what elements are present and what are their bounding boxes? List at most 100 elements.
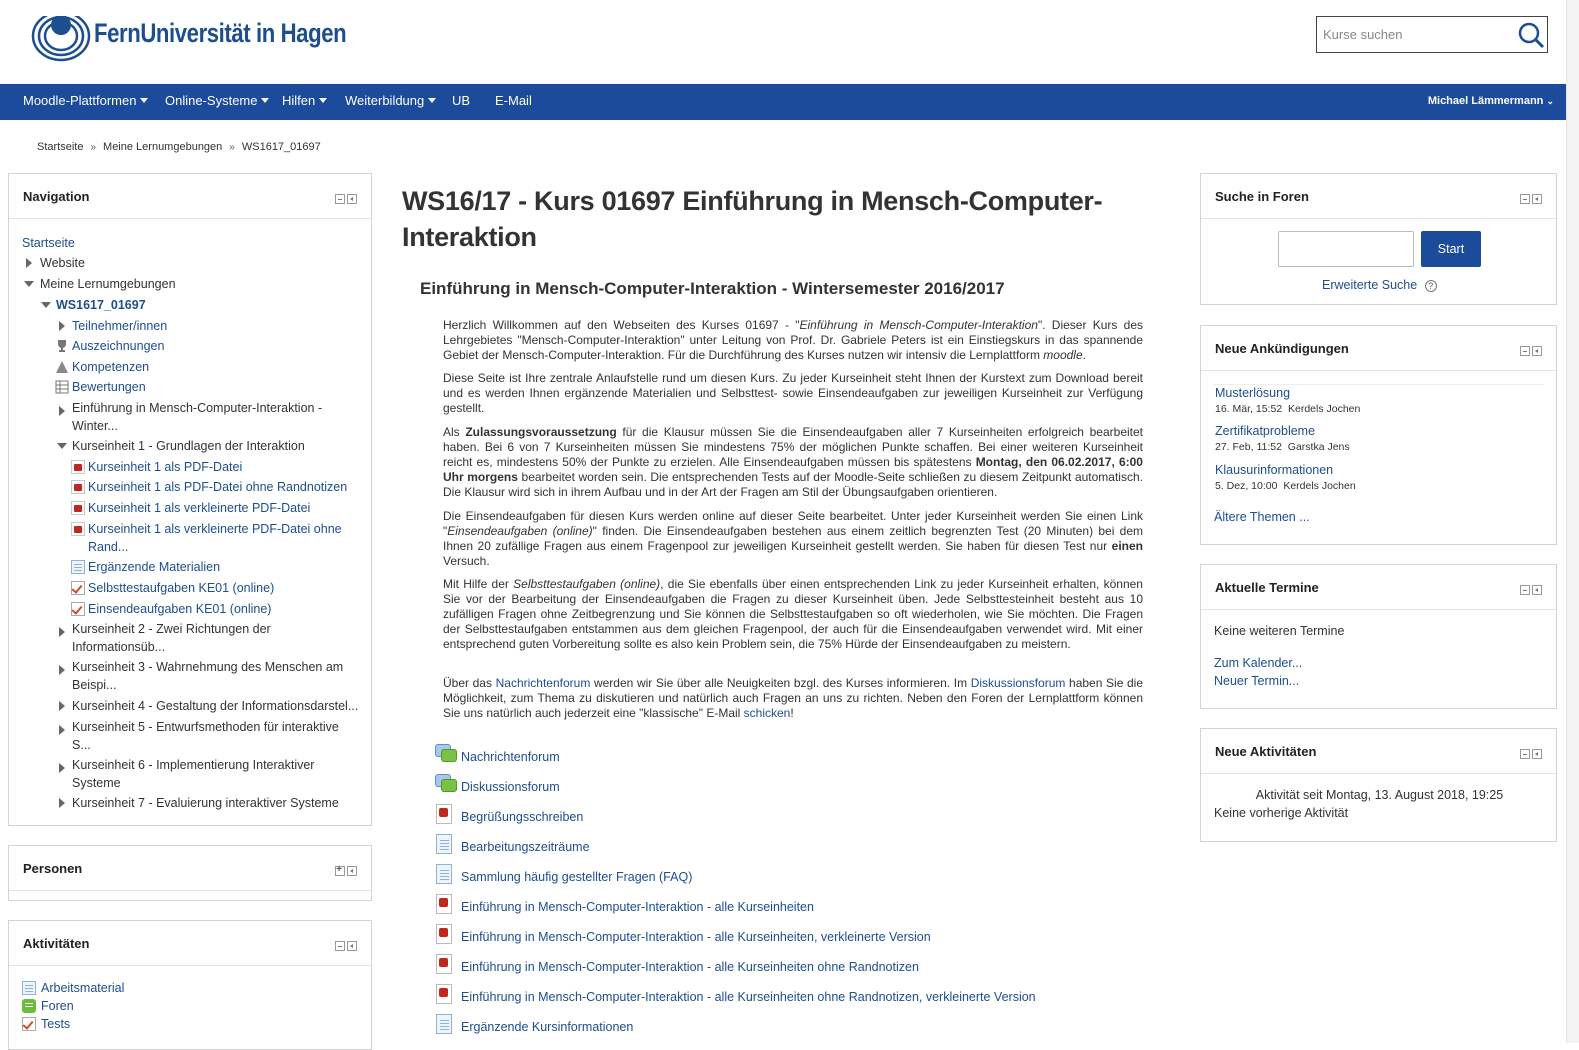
document-icon xyxy=(71,560,85,574)
chevron-down-icon xyxy=(428,98,437,104)
email-link[interactable]: schicken xyxy=(744,706,791,720)
page-scrollbar[interactable] xyxy=(1566,0,1579,1043)
nav-label: Online-Systeme xyxy=(165,93,258,108)
news-date: 5. Dez, 10:00 xyxy=(1215,480,1278,492)
news-item-meta: 5. Dez, 10:00 Kerdels Jochen xyxy=(1215,480,1356,492)
dock-icon[interactable] xyxy=(1532,749,1542,759)
block-controls xyxy=(1518,747,1544,759)
resource-label: Bearbeitungszeiträume xyxy=(461,840,590,854)
nav-label: Teilnehmer/innen xyxy=(72,319,168,333)
collapse-icon[interactable] xyxy=(335,194,345,204)
breadcrumb-separator-icon: » xyxy=(90,142,97,153)
advanced-search: Erweiterte Suche ? xyxy=(1322,278,1437,292)
trophy-icon xyxy=(55,339,69,353)
no-events-text: Keine weiteren Termine xyxy=(1214,624,1345,638)
text: . xyxy=(1082,348,1086,362)
news-item-meta: 16. Mär, 15:52 Kerdels Jochen xyxy=(1215,403,1360,415)
dock-icon[interactable] xyxy=(347,866,357,876)
block-controls xyxy=(1518,192,1544,204)
resource-label: Sammlung häufig gestellter Fragen (FAQ) xyxy=(461,870,693,884)
nav-label: Kurseinheit 1 als verkleinerte PDF-Datei xyxy=(88,501,311,515)
persons-block: Personen xyxy=(8,845,372,901)
collapse-tree-icon xyxy=(24,281,34,287)
new-event-link[interactable]: Neuer Termin... xyxy=(1214,674,1299,688)
resource-label: Begrüßungsschreiben xyxy=(461,810,584,824)
chevron-down-icon xyxy=(140,98,149,104)
nav-label: Kurseinheit 7 - Evaluierung interaktiver… xyxy=(72,796,339,810)
university-logo[interactable]: FernUniversität in Hagen xyxy=(30,6,347,62)
nav-label: Winter... xyxy=(72,419,118,433)
user-menu[interactable]: Michael Lämmermann ⌄ xyxy=(1428,95,1554,107)
news-item-title[interactable]: Zertifikatprobleme xyxy=(1215,424,1350,438)
navigation-block: Navigation Startseite Website Meine Lern… xyxy=(8,173,372,826)
nav-online-systems[interactable]: Online-Systeme xyxy=(165,93,270,108)
collapse-icon[interactable] xyxy=(1520,585,1530,595)
page-header: FernUniversität in Hagen xyxy=(0,0,1579,84)
breadcrumb-my-courses[interactable]: Meine Lernumgebungen xyxy=(103,141,222,153)
expand-icon xyxy=(26,258,32,268)
nav-ub[interactable]: UB xyxy=(452,93,470,108)
forum-icon xyxy=(22,999,36,1013)
collapse-icon[interactable] xyxy=(1520,194,1530,204)
intro-paragraph-selftests: Mit Hilfe der Selbsttestaufgaben (online… xyxy=(443,577,1143,652)
nav-label: Rand... xyxy=(88,540,129,554)
dock-icon[interactable] xyxy=(1532,346,1542,356)
news-date: 16. Mär, 15:52 xyxy=(1215,403,1283,415)
nav-email[interactable]: E-Mail xyxy=(495,93,532,108)
document-icon xyxy=(22,981,36,995)
nav-label: Moodle-Plattformen xyxy=(23,93,137,108)
nav-tree: Startseite Website Meine Lernumgebungen … xyxy=(22,234,367,814)
nav-label: Meine Lernumgebungen xyxy=(40,277,176,291)
dock-icon[interactable] xyxy=(1532,194,1542,204)
text: werden wir Sie über alle Neuigkeiten bzg… xyxy=(590,676,971,690)
news-forum-link[interactable]: Nachrichtenforum xyxy=(496,676,591,690)
expand-block-icon[interactable] xyxy=(335,864,345,876)
advanced-search-link[interactable]: Erweiterte Suche xyxy=(1322,278,1417,292)
intro-paragraph-admission: Als Zulassungsvoraussetzung für die Klau… xyxy=(443,425,1143,500)
breadcrumb-home[interactable]: Startseite xyxy=(37,141,83,153)
older-topics-link[interactable]: Ältere Themen ... xyxy=(1214,510,1310,524)
pdf-icon xyxy=(436,954,452,974)
forum-search-button[interactable]: Start xyxy=(1421,231,1481,267)
collapse-icon[interactable] xyxy=(335,941,345,951)
competency-icon xyxy=(55,360,69,374)
nav-continuing-education[interactable]: Weiterbildung xyxy=(345,93,437,108)
discussion-forum-link[interactable]: Diskussionsforum xyxy=(971,676,1066,690)
collapse-icon[interactable] xyxy=(1520,346,1530,356)
nav-label: Systeme xyxy=(72,776,121,790)
nav-label: Kurseinheit 1 als verkleinerte PDF-Datei… xyxy=(88,522,342,536)
nav-label: Kurseinheit 6 - Implementierung Interakt… xyxy=(72,758,315,772)
collapse-icon[interactable] xyxy=(1520,749,1530,759)
collapse-tree-icon xyxy=(41,302,51,308)
intro-paragraph-assignments: Die Einsendeaufgaben für diesen Kurs wer… xyxy=(443,509,1143,569)
nav-home[interactable]: Startseite xyxy=(22,234,75,252)
expand-icon xyxy=(59,725,65,735)
nav-label: Ergänzende Materialien xyxy=(88,560,221,574)
text: Einführung in Mensch-Computer-Interaktio… xyxy=(799,318,1038,332)
dock-icon[interactable] xyxy=(1532,585,1542,595)
news-item-title[interactable]: Klausurinformationen xyxy=(1215,463,1356,477)
nav-label: Einsendeaufgaben KE01 (online) xyxy=(88,602,272,616)
resource-label: Einführung in Mensch-Computer-Interaktio… xyxy=(461,960,919,974)
nav-label: Einführung in Mensch-Computer-Interaktio… xyxy=(72,401,323,415)
pdf-icon xyxy=(71,501,85,515)
dock-icon[interactable] xyxy=(347,941,357,951)
nav-help[interactable]: Hilfen xyxy=(282,93,328,108)
news-item: Musterlösung 16. Mär, 15:52 Kerdels Joch… xyxy=(1215,386,1360,415)
course-search-input[interactable] xyxy=(1317,17,1512,52)
nav-moodle-platforms[interactable]: Moodle-Plattformen xyxy=(23,93,149,108)
activity-label: Tests xyxy=(41,1017,71,1031)
news-item-title[interactable]: Musterlösung xyxy=(1215,386,1360,400)
nav-label: Kurseinheit 2 - Zwei Richtungen der xyxy=(72,622,271,636)
breadcrumb-course[interactable]: WS1617_01697 xyxy=(242,141,321,153)
dock-icon[interactable] xyxy=(347,194,357,204)
search-icon[interactable] xyxy=(1517,21,1545,49)
help-icon[interactable]: ? xyxy=(1424,279,1437,292)
intro-paragraph-overview: Diese Seite ist Ihre zentrale Anlaufstel… xyxy=(443,371,1143,415)
block-title: Suche in Foren xyxy=(1215,189,1309,204)
forum-search-input[interactable] xyxy=(1278,231,1414,267)
text: einen xyxy=(1111,539,1143,553)
activities-list: Arbeitsmaterial Foren Tests xyxy=(22,979,362,1039)
nav-label: Weiterbildung xyxy=(345,93,425,108)
calendar-link[interactable]: Zum Kalender... xyxy=(1214,656,1302,670)
